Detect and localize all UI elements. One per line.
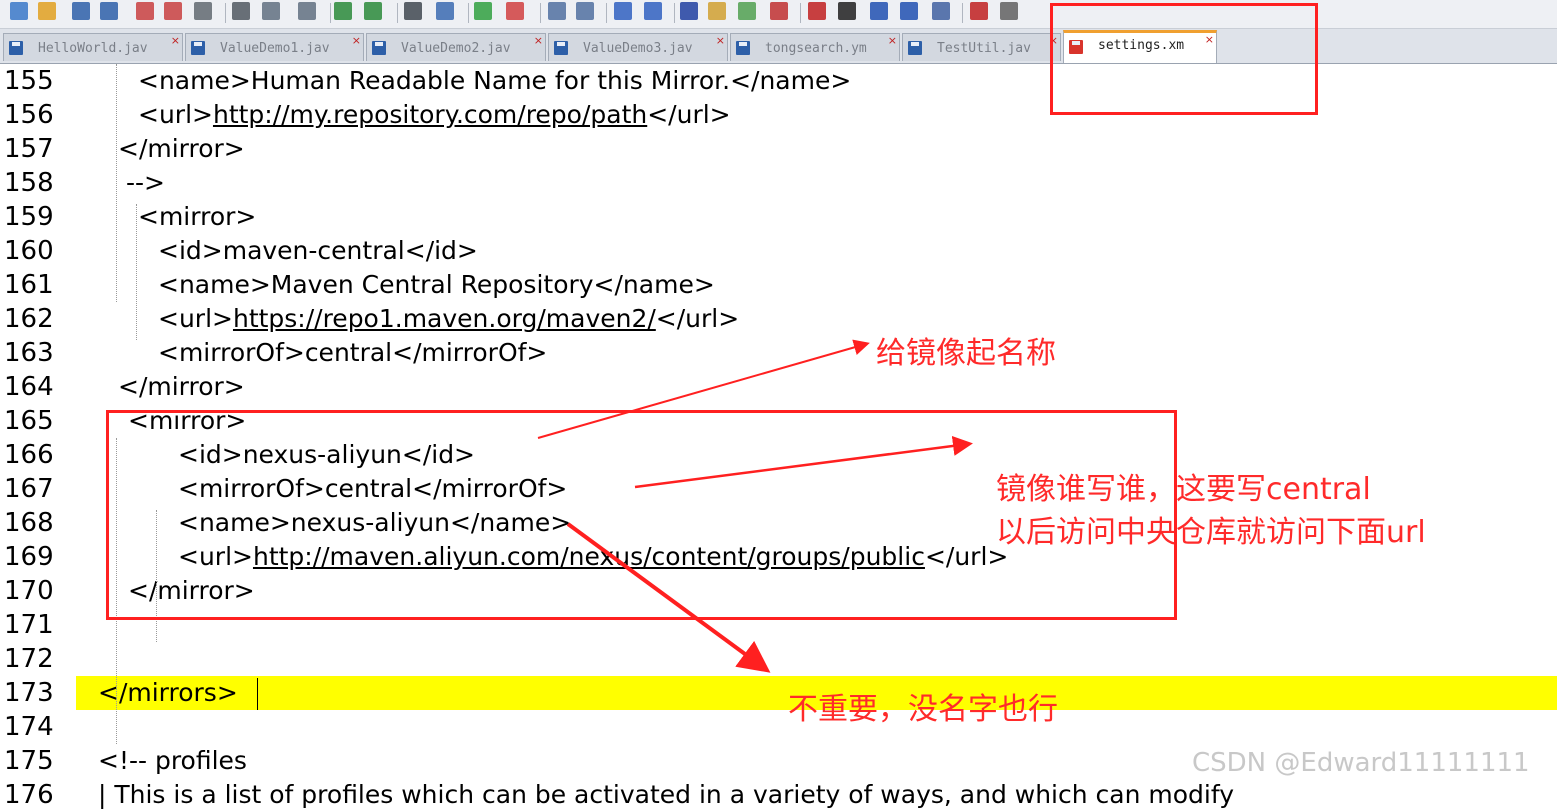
annotation-name: 给镜像起名称 [876, 336, 1056, 371]
arrow-to-mirrorof-note [634, 436, 973, 489]
arrow-to-unimportant-note [566, 522, 771, 673]
arrow-to-name-note [537, 339, 870, 439]
watermark: CSDN @Edward11111111 [1192, 748, 1530, 778]
annotation-arrows [537, 339, 973, 673]
annotation-unimportant: 不重要，没名字也行 [788, 692, 1058, 727]
annotation-mirror-of-1: 镜像谁写谁，这要写central [996, 472, 1371, 507]
annotation-mirror-of-2: 以后访问中央仓库就访问下面url [996, 515, 1426, 550]
